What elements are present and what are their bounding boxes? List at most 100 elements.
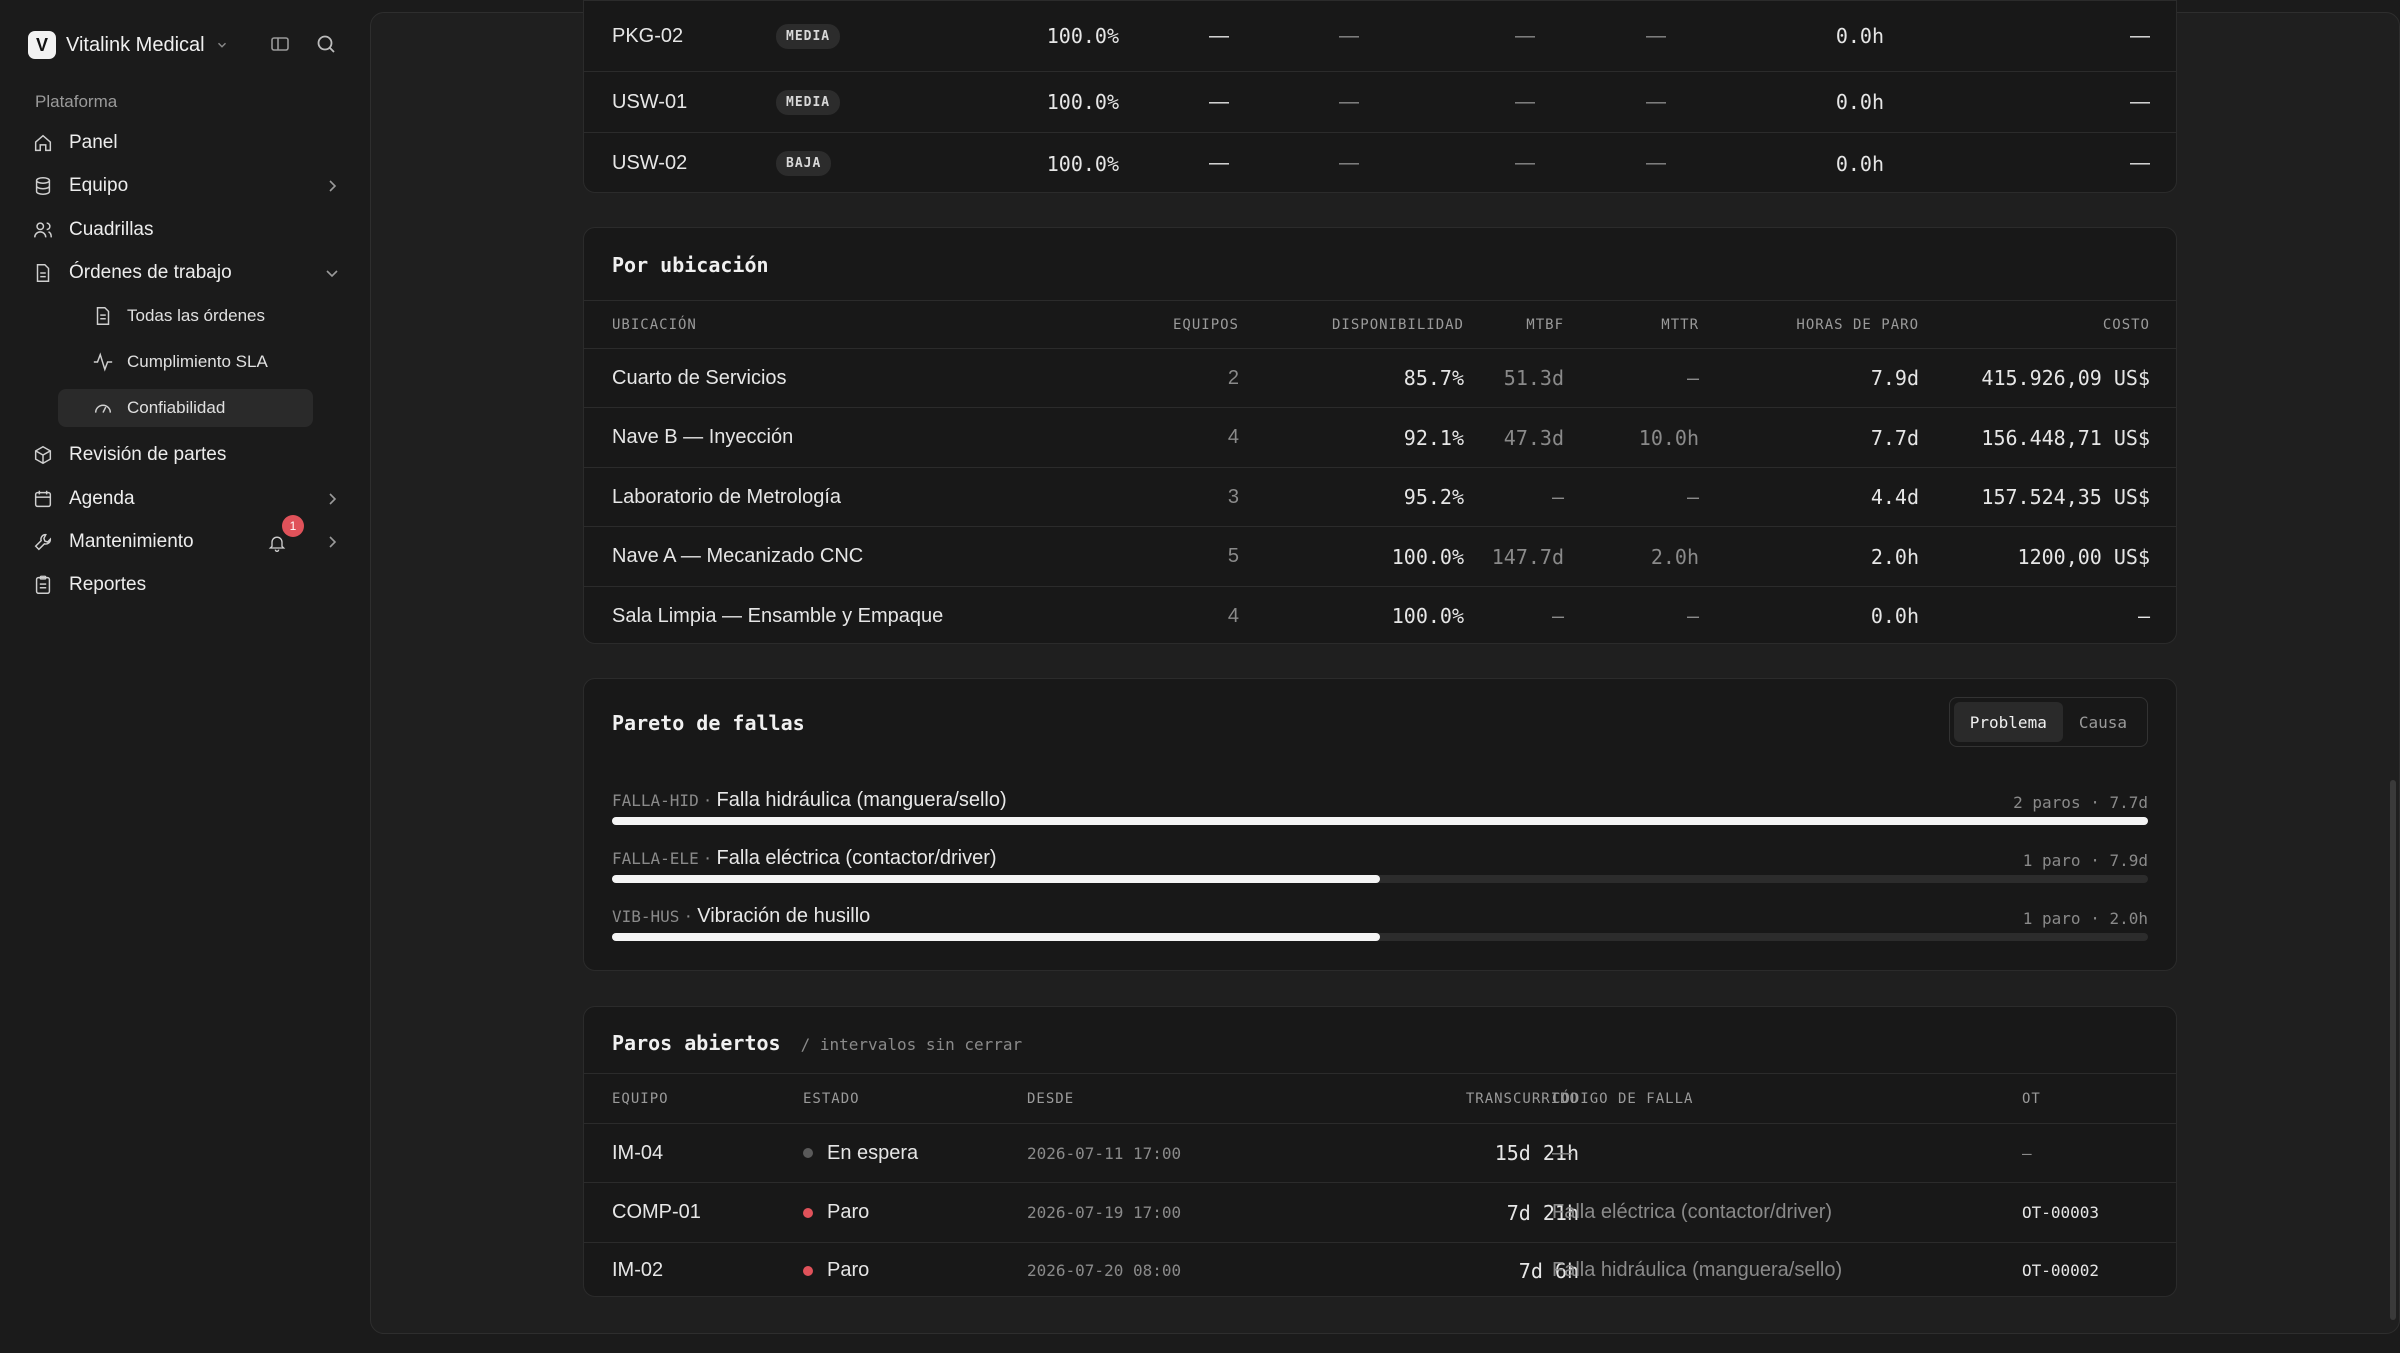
work-order[interactable]: — <box>2022 1124 2032 1182</box>
chevron-down-icon <box>217 42 226 48</box>
column-header: CÓDIGO DE FALLA <box>1552 1090 1694 1107</box>
table-row[interactable]: IM-02 Paro 2026-07-20 08:00 7d 6h Falla … <box>584 1242 2176 1296</box>
cost: — <box>2130 24 2150 47</box>
cost: — <box>2137 604 2150 628</box>
column-header: MTTR <box>1661 316 1699 333</box>
work-order[interactable]: OT-00002 <box>2022 1243 2099 1296</box>
mtbf: 147.7d <box>1491 544 1564 569</box>
sidebar-subitem-todas[interactable]: Todas las órdenes <box>58 297 313 335</box>
brand-name: Vitalink Medical <box>66 33 205 56</box>
sidebar-subitem-sla[interactable]: Cumplimiento SLA <box>58 343 313 381</box>
table-row[interactable]: COMP-01 Paro 2026-07-19 17:00 7d 21h Fal… <box>584 1182 2176 1242</box>
availability: 100.0% <box>1391 544 1464 569</box>
separator: · <box>698 789 717 811</box>
value-cell: — <box>1209 24 1229 47</box>
chevron-right-icon[interactable] <box>324 178 340 194</box>
pareto-item[interactable]: VIB-HUS · Vibración de husillo 1 paro · 2… <box>612 905 2148 945</box>
sidebar-item-agenda[interactable]: Agenda <box>32 481 340 517</box>
sidebar-item-equipo[interactable]: Equipo <box>32 168 340 204</box>
location-name: Sala Limpia — Ensamble y Empaque <box>612 604 944 627</box>
downtime-hours: 4.4d <box>1870 485 1919 509</box>
pareto-bar-track <box>612 817 2148 825</box>
pareto-item[interactable]: FALLA-ELE · Falla eléctrica (contactor/d… <box>612 847 2148 887</box>
work-order[interactable]: OT-00003 <box>2022 1183 2099 1242</box>
chevron-right-icon[interactable] <box>324 534 340 550</box>
calendar-icon <box>34 490 52 508</box>
chevron-right-icon[interactable] <box>324 491 340 507</box>
status-label: En espera <box>827 1141 919 1164</box>
status: Paro <box>803 1243 870 1296</box>
value-cell: — <box>1209 90 1229 113</box>
column-header: MTBF <box>1526 316 1564 333</box>
status-dot <box>803 1265 813 1276</box>
downtime-hours: 0.0h <box>1835 151 1884 176</box>
pareto-bar-track <box>612 933 2148 941</box>
file-icon <box>36 264 50 282</box>
column-header: EQUIPO <box>612 1090 669 1107</box>
table-row[interactable]: USW-01 MEDIA 100.0% — — — — 0.0h — <box>584 71 2176 132</box>
mtbf: — <box>1551 604 1564 628</box>
table-header: UBICACIÓN EQUIPOS DISPONIBILIDAD MTBF MT… <box>584 300 2176 348</box>
table-row[interactable]: IM-04 En espera 2026-07-11 17:00 15d 21h… <box>584 1123 2176 1182</box>
column-header: DESDE <box>1027 1090 1075 1107</box>
pareto-meta: 1 paro · 7.9d <box>2022 851 2148 870</box>
table-row[interactable]: USW-02 BAJA 100.0% — — — — 0.0h — <box>584 132 2176 192</box>
sidebar-subitem-confiabilidad[interactable]: Confiabilidad <box>58 389 313 427</box>
toggle-cause[interactable]: Causa <box>2063 702 2143 742</box>
chevron-down-icon[interactable] <box>324 265 340 281</box>
equipment-name: USW-02 <box>612 152 688 174</box>
failure-code: VIB-HUS <box>612 907 680 926</box>
bell-icon[interactable] <box>267 533 287 553</box>
sidebar-item-panel[interactable]: Panel <box>32 125 340 161</box>
sidebar-item-label: Órdenes de trabajo <box>69 262 232 283</box>
criticality-badge: MEDIA <box>776 23 841 49</box>
location-name: Nave B — Inyección <box>612 426 794 448</box>
pareto-meta: 2 paros · 7.7d <box>2013 793 2148 812</box>
mtbf: 51.3d <box>1503 366 1564 390</box>
org-switcher[interactable]: V Vitalink Medical <box>28 30 229 60</box>
pareto-mode-toggle: Problema Causa <box>1948 697 2148 747</box>
column-header: TRANSCURRIDO <box>1465 1090 1579 1107</box>
pareto-label: VIB-HUS · Vibración de husillo <box>612 905 870 928</box>
section-label: Plataforma <box>35 92 118 111</box>
brand-logo: V <box>28 31 56 59</box>
equipment-name: PKG-02 <box>612 24 684 47</box>
availability: 100.0% <box>1046 90 1119 114</box>
availability: 100.0% <box>1391 604 1464 628</box>
status-label: Paro <box>827 1259 870 1281</box>
mttr: — <box>1686 485 1699 509</box>
location-name: Cuarto de Servicios <box>612 366 787 389</box>
table-row[interactable]: Nave A — Mecanizado CNC 5 100.0% 147.7d … <box>584 526 2176 586</box>
table-row[interactable]: PKG-02 MEDIA 100.0% — — — — 0.0h — <box>584 1 2176 71</box>
equipment-name: IM-02 <box>612 1259 664 1281</box>
scrollbar[interactable] <box>2390 780 2396 1320</box>
pareto-item[interactable]: FALLA-HID · Falla hidráulica (manguera/s… <box>612 789 2148 829</box>
downtime-hours: 0.0h <box>1835 24 1884 48</box>
search-icon[interactable] <box>314 32 338 56</box>
table-row[interactable]: Nave B — Inyección 4 92.1% 47.3d 10.0h 7… <box>584 407 2176 467</box>
table-row[interactable]: Cuarto de Servicios 2 85.7% 51.3d — 7.9d… <box>584 348 2176 407</box>
sidebar-item-reportes[interactable]: Reportes <box>32 567 340 603</box>
table-row[interactable]: Sala Limpia — Ensamble y Empaque 4 100.0… <box>584 586 2176 643</box>
since: 2026-07-11 17:00 <box>1027 1143 1182 1163</box>
pareto-label: FALLA-HID · Falla hidráulica (manguera/s… <box>612 789 1007 812</box>
notification-badge: 1 <box>282 515 304 537</box>
failure-label: Falla hidráulica (manguera/sello) <box>716 789 1007 811</box>
toggle-problem[interactable]: Problema <box>1953 702 2063 742</box>
sidebar-item-ordenes[interactable]: Órdenes de trabajo <box>32 255 340 291</box>
mtbf: — <box>1551 485 1564 509</box>
since: 2026-07-19 17:00 <box>1027 1203 1182 1222</box>
availability: 95.2% <box>1403 485 1464 509</box>
sidebar-item-cuadrillas[interactable]: Cuadrillas <box>32 212 340 248</box>
sidebar-toggle-icon[interactable] <box>268 32 292 56</box>
pareto-bar <box>612 933 1380 941</box>
pareto-meta: 1 paro · 2.0h <box>2022 909 2148 928</box>
downtime-hours: 0.0h <box>1835 90 1884 114</box>
sidebar-item-revision[interactable]: Revisión de partes <box>32 437 340 473</box>
card-title: Paros abiertos / intervalos sin cerrar <box>612 1031 1022 1055</box>
sidebar-subitem-label: Todas las órdenes <box>127 306 265 325</box>
location-name: Nave A — Mecanizado CNC <box>612 545 864 567</box>
location-card: Por ubicación UBICACIÓN EQUIPOS DISPONIB… <box>583 227 2177 644</box>
card-title: Por ubicación <box>612 253 769 277</box>
table-row[interactable]: Laboratorio de Metrología 3 95.2% — — 4.… <box>584 467 2176 526</box>
